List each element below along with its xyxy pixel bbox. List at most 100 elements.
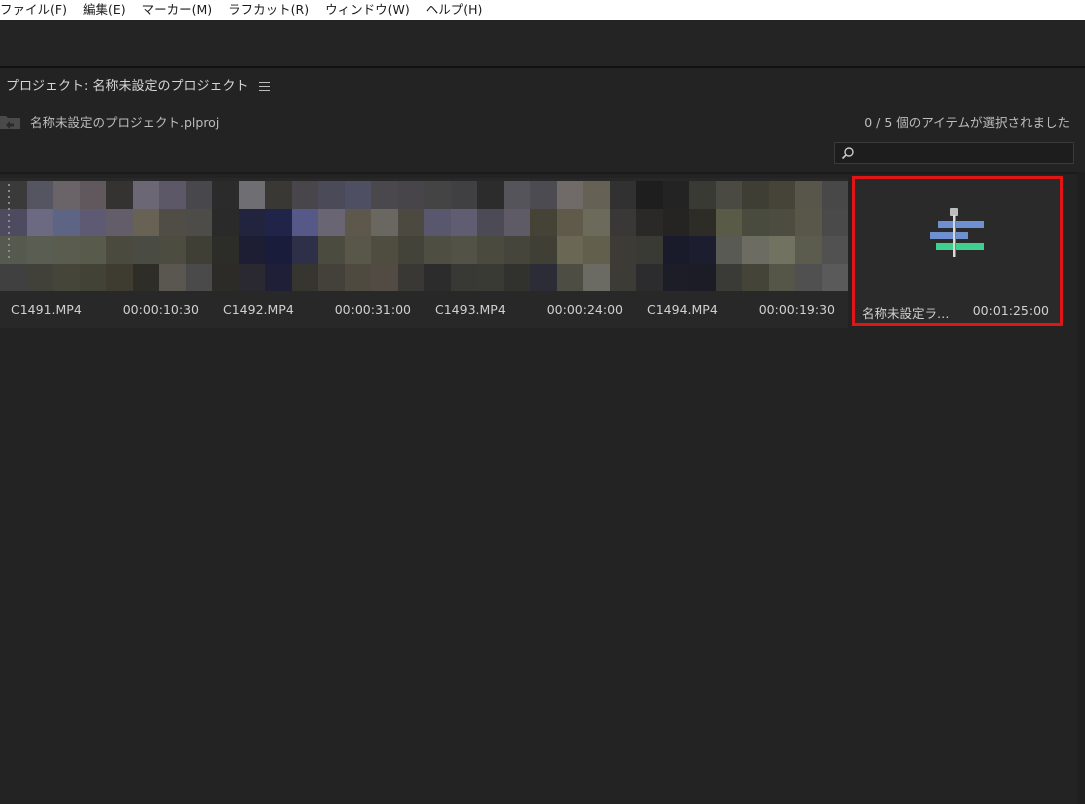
thumbnail-tile (530, 208, 557, 236)
thumbnail-tile (689, 181, 716, 209)
clip-duration: 00:00:31:00 (334, 302, 411, 317)
clip-name: C1492.MP4 (223, 302, 294, 317)
thumbnail-tile (662, 263, 689, 291)
thumbnail-tile (715, 236, 742, 264)
thumbnail-tile (450, 181, 477, 209)
menu-edit[interactable]: 編集(E) (75, 0, 134, 20)
thumbnail-tile (53, 236, 80, 264)
media-clip-item[interactable]: C1492.MP4 00:00:31:00 (212, 178, 424, 328)
thumbnail-tile (132, 236, 159, 264)
thumbnail-tile (583, 263, 610, 291)
thumbnail-tile (821, 208, 848, 236)
thumbnail-tile (583, 236, 610, 264)
search-input[interactable] (857, 145, 1071, 163)
thumbnail-tile (503, 236, 530, 264)
thumbnail-tile (715, 181, 742, 209)
sequence-item[interactable]: 名称未設定ラ… 00:01:25:00 (852, 176, 1063, 326)
thumbnail-tile (477, 181, 504, 209)
panel-title: プロジェクト: 名称未設定のプロジェクト (6, 78, 249, 94)
thumbnail-tile (662, 181, 689, 209)
thumbnail-tile (265, 236, 292, 264)
thumbnail-tile (768, 263, 795, 291)
thumbnail-tile (132, 263, 159, 291)
thumbnail-tile (689, 208, 716, 236)
panel-header: プロジェクト: 名称未設定のプロジェクト (6, 74, 270, 94)
thumbnail-tile (106, 181, 133, 209)
thumbnail-tile (291, 208, 318, 236)
clip-thumbnail[interactable] (636, 181, 848, 291)
thumbnail-tile (0, 263, 27, 291)
thumbnail-tile (821, 181, 848, 209)
thumbnail-tile (238, 263, 265, 291)
clip-thumbnail[interactable] (212, 181, 424, 291)
thumbnail-tile (159, 263, 186, 291)
menu-roughcut[interactable]: ラフカット(R) (220, 0, 317, 20)
thumbnail-tile (132, 208, 159, 236)
hamburger-menu-icon[interactable] (258, 81, 270, 91)
thumbnail-tile (556, 236, 583, 264)
thumbnail-tile (212, 181, 239, 209)
thumbnail-tile (530, 263, 557, 291)
thumbnail-tile (821, 236, 848, 264)
thumbnail-tile (450, 263, 477, 291)
media-grid: C1491.MP4 00:00:10:30 C1492.MP4 00:00:31… (0, 176, 1085, 328)
thumbnail-tile (636, 208, 663, 236)
thumbnail-tile (424, 181, 451, 209)
media-clip-item[interactable]: C1494.MP4 00:00:19:30 (636, 178, 848, 328)
thumbnail-tile (371, 236, 398, 264)
thumbnail-tile (344, 181, 371, 209)
thumbnail-tile (715, 208, 742, 236)
drag-handle-icon[interactable] (8, 184, 11, 264)
clip-thumbnail[interactable] (0, 181, 212, 291)
thumbnail-tile (609, 236, 636, 264)
thumbnail-tile (583, 181, 610, 209)
thumbnail-tile (53, 263, 80, 291)
menu-file[interactable]: ファイル(F) (0, 0, 75, 20)
thumbnail-tile (291, 181, 318, 209)
thumbnail-tile (265, 208, 292, 236)
thumbnail-tile (397, 181, 424, 209)
thumbnail-tile (742, 181, 769, 209)
thumbnail-tile (79, 236, 106, 264)
thumbnail-tile (344, 263, 371, 291)
thumbnail-tile (53, 181, 80, 209)
menu-marker[interactable]: マーカー(M) (134, 0, 221, 20)
menu-help[interactable]: ヘルプ(H) (418, 0, 491, 20)
media-clip-item[interactable]: C1493.MP4 00:00:24:00 (424, 178, 636, 328)
menu-window[interactable]: ウィンドウ(W) (317, 0, 418, 20)
thumbnail-tile (583, 208, 610, 236)
clip-name: C1494.MP4 (647, 302, 718, 317)
thumbnail-tile (689, 263, 716, 291)
thumbnail-tile (742, 263, 769, 291)
folder-up-icon[interactable] (0, 114, 20, 129)
thumbnail-tile (503, 181, 530, 209)
clip-duration: 00:00:24:00 (546, 302, 623, 317)
search-field[interactable] (834, 142, 1074, 164)
sequence-timeline-icon (930, 208, 984, 257)
vertical-scrollbar[interactable] (1077, 172, 1085, 804)
sequence-duration: 00:01:25:00 (972, 303, 1049, 318)
thumbnail-tile (450, 236, 477, 264)
clip-thumbnail[interactable] (424, 181, 636, 291)
thumbnail-tile (238, 208, 265, 236)
thumbnail-tile (212, 208, 239, 236)
thumbnail-tile (503, 208, 530, 236)
thumbnail-tile (185, 208, 212, 236)
thumbnail-tile (79, 208, 106, 236)
thumbnail-tile (344, 236, 371, 264)
thumbnail-tile (662, 208, 689, 236)
thumbnail-tile (795, 236, 822, 264)
thumbnail-tile (344, 208, 371, 236)
thumbnail-tile (159, 208, 186, 236)
thumbnail-tile (265, 263, 292, 291)
thumbnail-tile (556, 208, 583, 236)
thumbnail-tile (26, 208, 53, 236)
thumbnail-tile (742, 208, 769, 236)
media-clip-item[interactable]: C1491.MP4 00:00:10:30 (0, 178, 212, 328)
project-path: 名称未設定のプロジェクト.plproj (0, 112, 219, 131)
thumbnail-tile (318, 236, 345, 264)
thumbnail-tile (636, 181, 663, 209)
clip-name: C1493.MP4 (435, 302, 506, 317)
thumbnail-tile (477, 263, 504, 291)
thumbnail-tile (609, 208, 636, 236)
